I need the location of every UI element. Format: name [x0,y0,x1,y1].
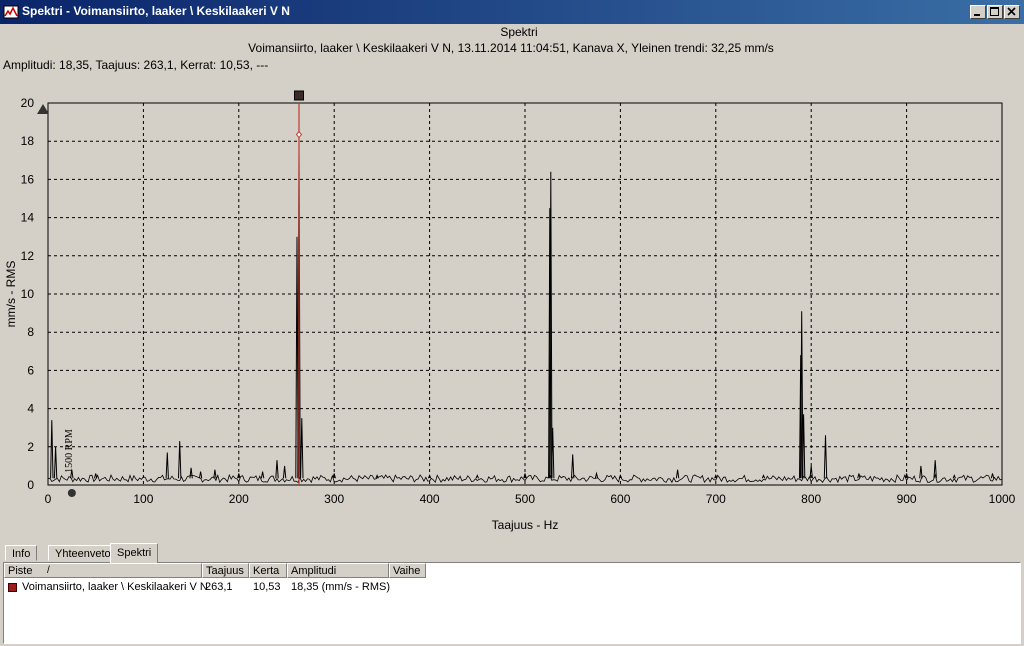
spectrum-chart[interactable]: Spektri Voimansiirto, laaker \ Keskilaak… [0,24,1024,540]
spectrum-peak [53,446,58,479]
marker-table: Piste / Taajuus Kerta Amplitudi Vaihe Vo… [3,562,1021,644]
y-tick-label: 6 [27,363,34,377]
rpm-annotation: 1500 RPM [64,429,75,473]
table-row[interactable]: Voimansiirto, laaker \ Keskilaakeri V N … [4,579,1020,597]
tab-yhteenveto[interactable]: Yhteenveto [48,545,118,561]
minimize-button[interactable] [970,5,986,19]
spectrum-peak [275,460,279,479]
y-tick-label: 14 [21,211,35,225]
y-tick-label: 2 [27,440,34,454]
spectrum-peak [94,473,98,479]
spectrum-peak [823,435,828,479]
chart-subtitle: Voimansiirto, laaker \ Keskilaakeri V N,… [248,41,774,55]
spectrum-chart-svg[interactable]: Spektri Voimansiirto, laaker \ Keskilaak… [0,24,1024,540]
spectrum-peak [260,471,265,479]
x-tick-label: 400 [420,492,440,506]
close-icon [1007,7,1016,16]
maximize-icon [990,7,999,16]
spectrum-peak [189,467,193,479]
x-axis-label: Taajuus - Hz [492,518,559,532]
sort-indicator-icon: / [47,565,50,576]
y-tick-label: 0 [27,478,34,492]
bottom-tabs: Info Yhteenveto Spektri [3,543,1021,563]
spectrum-peak [990,473,995,479]
cell-taajuus: 263,1 [205,581,233,593]
spectrum-peak [919,465,923,479]
spectrum-peak [282,465,287,479]
cursor-handle-icon[interactable] [293,90,304,101]
y-axis: 0 2 4 6 8 10 12 14 16 18 20 [21,96,35,492]
spectrum-peak [761,474,766,479]
x-tick-label: 200 [229,492,249,506]
x-tick-label: 700 [706,492,726,506]
app-icon [3,4,19,20]
spectrum-peak [857,473,861,479]
spectrum-peak [952,474,956,479]
column-header-piste[interactable]: Piste / [4,563,202,578]
chart-title: Spektri [500,25,537,39]
x-tick-label: 1000 [989,492,1016,506]
maximize-button[interactable] [987,5,1003,19]
column-header-kerta[interactable]: Kerta [249,563,287,578]
x-tick-label: 900 [897,492,917,506]
column-header-amplitudi[interactable]: Amplitudi [287,563,389,578]
spectrum-peak [300,418,304,479]
column-header-vaihe[interactable]: Vaihe [389,563,426,578]
x-axis: 0 100 200 300 400 500 600 700 800 900 1000 [45,492,1016,506]
x-tick-label: 0 [45,492,52,506]
spectrum-peak [475,474,479,479]
y-tick-label: 4 [27,402,34,416]
cell-amplitudi: 18,35 (mm/s - RMS) [291,581,391,593]
spectrum-peak [213,469,217,479]
minimize-icon [974,14,980,16]
x-tick-label: 500 [515,492,535,506]
spectrum-peak [198,471,203,479]
close-button[interactable] [1004,5,1020,19]
column-header-taajuus[interactable]: Taajuus [202,563,249,578]
spectrum-peak [675,469,680,479]
x-tick-label: 100 [133,492,153,506]
rpm-marker-dot[interactable] [67,489,76,497]
table-header: Piste / Taajuus Kerta Amplitudi Vaihe [4,563,1020,578]
spectrum-peak [594,471,599,479]
x-tick-label: 800 [801,492,821,506]
y-tick-label: 10 [21,287,35,301]
y-tick-label: 8 [27,325,34,339]
spectrum-peak [571,454,575,479]
y-tick-label: 16 [21,172,35,186]
series-color-swatch [8,583,17,592]
chart-grid [48,103,1002,485]
x-tick-label: 300 [324,492,344,506]
window-titlebar[interactable]: Spektri - Voimansiirto, laaker \ Keskila… [0,0,1024,24]
cell-piste: Voimansiirto, laaker \ Keskilaakeri V N [22,581,208,593]
window-title: Spektri - Voimansiirto, laaker \ Keskila… [22,4,290,18]
cell-kerta: 10,53 [253,581,281,593]
spectrum-peak [50,420,54,479]
cursor-readout: Amplitudi: 18,35, Taajuus: 263,1, Kerrat… [3,58,268,72]
tab-spektri[interactable]: Spektri [110,543,159,563]
y-tick-label: 18 [21,134,35,148]
rpm-marker[interactable]: 1500 RPM [64,429,76,497]
y-scale-handle-icon[interactable] [37,104,49,114]
tab-info[interactable]: Info [5,545,38,561]
x-tick-label: 600 [610,492,630,506]
y-tick-label: 12 [21,249,35,263]
spectrum-peak [165,452,169,479]
cursor-point-icon [295,130,303,139]
y-tick-label: 20 [21,96,35,110]
y-axis-label: mm/s - RMS [4,261,18,328]
